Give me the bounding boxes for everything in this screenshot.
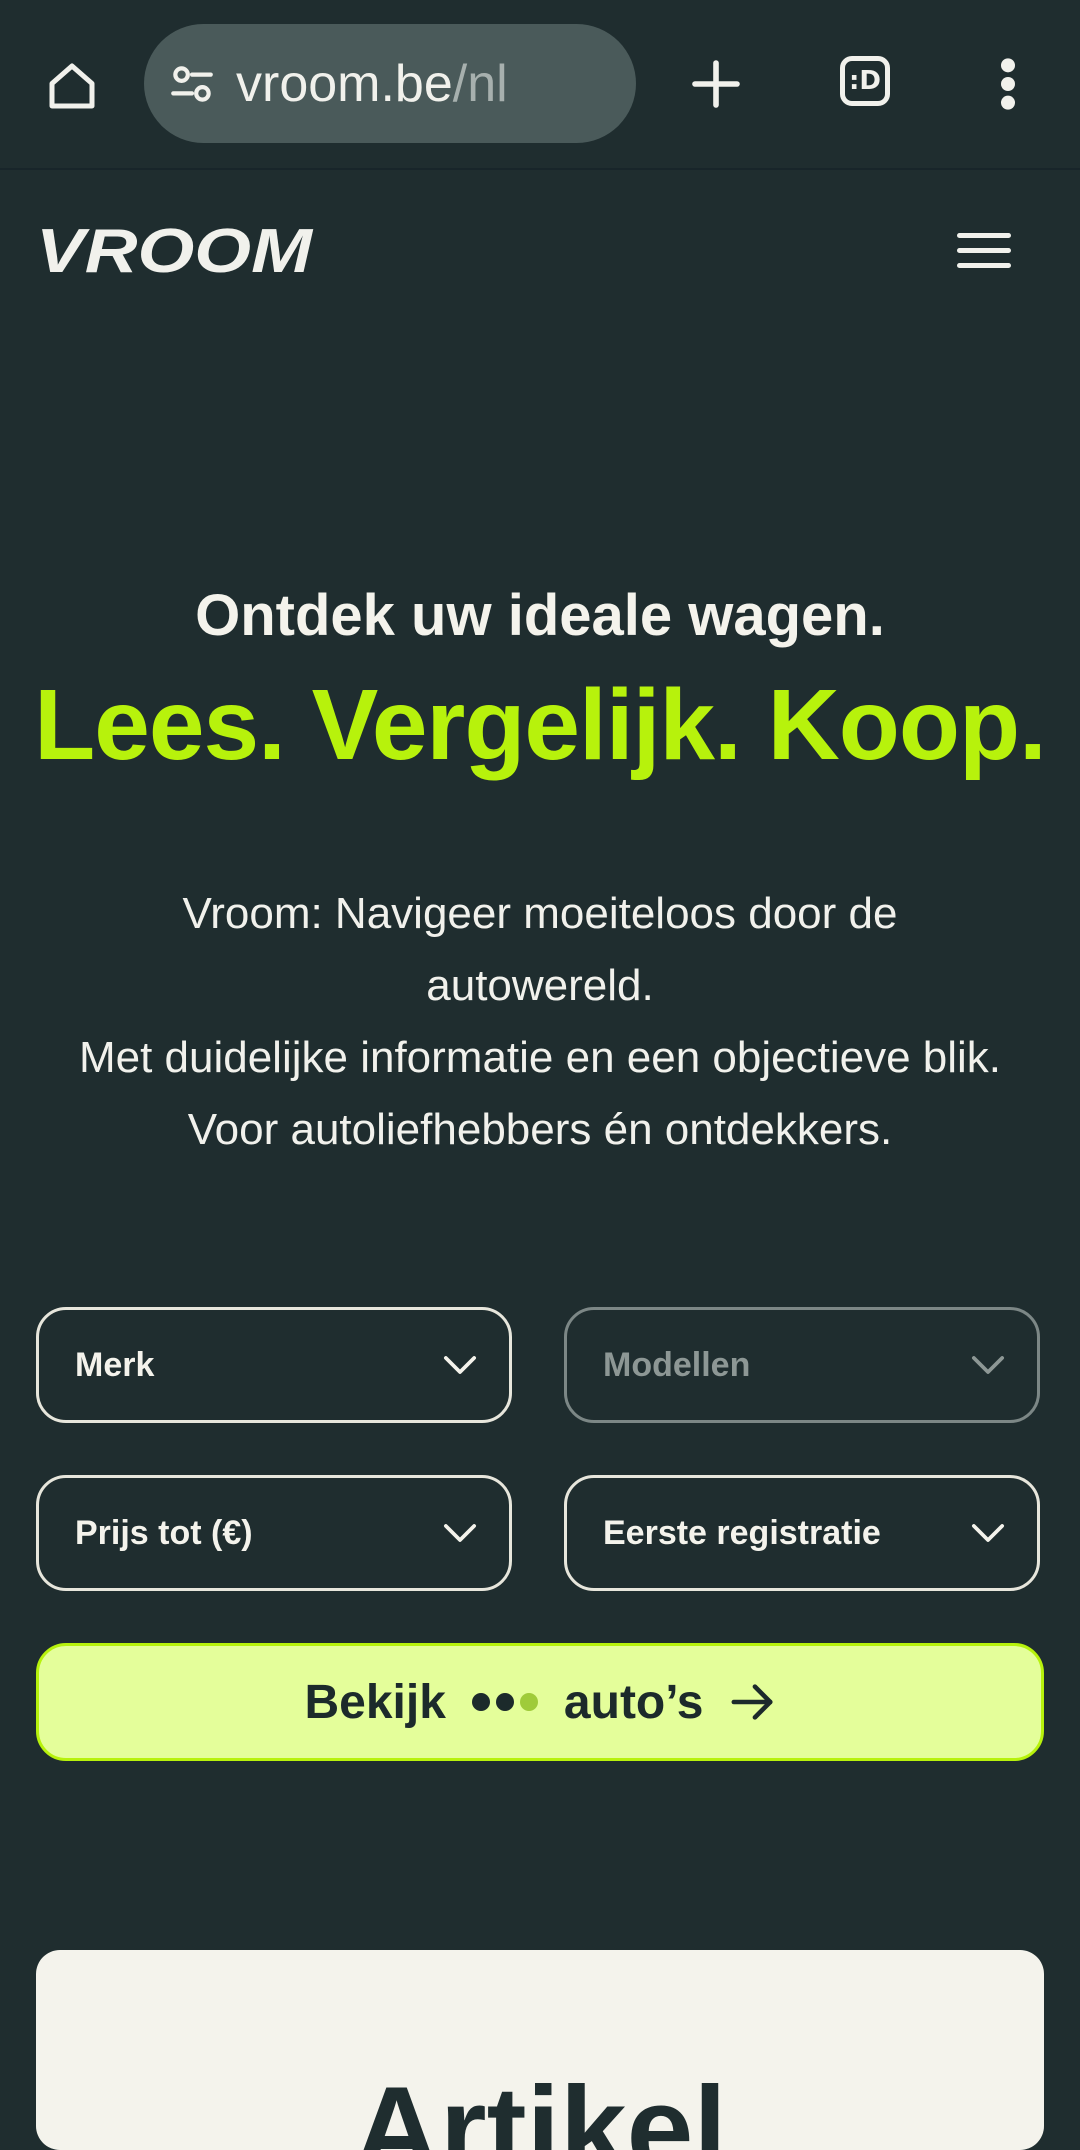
price-select[interactable]: Prijs tot (€) <box>36 1475 512 1591</box>
brand-select[interactable]: Merk <box>36 1307 512 1423</box>
hero-title: Ontdek uw ideale wagen. <box>195 583 885 648</box>
chevron-down-icon <box>971 1356 1005 1374</box>
url-path: /nl <box>452 54 508 113</box>
hero-description-line: Vroom: Navigeer moeiteloos door de <box>182 889 898 938</box>
hero-description-line: Voor autoliefhebbers én ontdekkers. <box>187 1105 893 1154</box>
chevron-down-icon <box>443 1524 477 1542</box>
address-bar[interactable]: vroom.be/nl <box>144 24 636 143</box>
hero-description-line: Met duidelijke informatie en een objecti… <box>78 1033 1002 1082</box>
plus-icon <box>692 60 740 108</box>
home-button[interactable] <box>36 50 108 122</box>
registration-select[interactable]: Eerste registratie <box>564 1475 1040 1591</box>
vroom-logo[interactable]: VROOM <box>36 217 316 286</box>
models-select-label: Modellen <box>603 1345 751 1384</box>
home-icon <box>49 63 95 109</box>
chevron-down-icon <box>443 1356 477 1374</box>
articles-section-title: Artikel <box>353 2062 727 2150</box>
url-text: vroom.be/nl <box>236 54 508 114</box>
view-cars-label-end: auto’s <box>563 1675 704 1729</box>
site-settings-icon[interactable] <box>164 56 220 112</box>
chevron-down-icon <box>971 1524 1005 1542</box>
more-vertical-icon <box>1001 58 1015 110</box>
browser-menu-button[interactable] <box>972 48 1044 120</box>
tab-count-icon: :D <box>840 56 890 106</box>
view-cars-button[interactable]: Bekijk auto’s <box>36 1643 1044 1761</box>
tab-switcher-button[interactable]: :D <box>830 46 900 116</box>
svg-text:VROOM: VROOM <box>36 222 314 278</box>
browser-toolbar: vroom.be/nl :D <box>0 0 1080 170</box>
arrow-right-icon <box>731 1684 773 1720</box>
registration-select-label: Eerste registratie <box>603 1513 881 1552</box>
view-cars-label-start: Bekijk <box>304 1675 446 1729</box>
hero-description: Vroom: Navigeer moeiteloos door de autow… <box>30 878 1050 1166</box>
articles-section-card: Artikel <box>36 1950 1044 2150</box>
hero-tagline: Lees. Vergelijk. Koop. <box>34 669 1047 781</box>
loading-dots-icon <box>471 1693 538 1711</box>
brand-select-label: Merk <box>75 1345 155 1384</box>
price-select-label: Prijs tot (€) <box>75 1513 253 1552</box>
models-select[interactable]: Modellen <box>564 1307 1040 1423</box>
hamburger-menu-icon[interactable] <box>950 222 1018 278</box>
hero-description-line: autowereld. <box>426 961 654 1010</box>
url-host: vroom.be <box>236 54 453 113</box>
new-tab-button[interactable] <box>680 48 752 120</box>
